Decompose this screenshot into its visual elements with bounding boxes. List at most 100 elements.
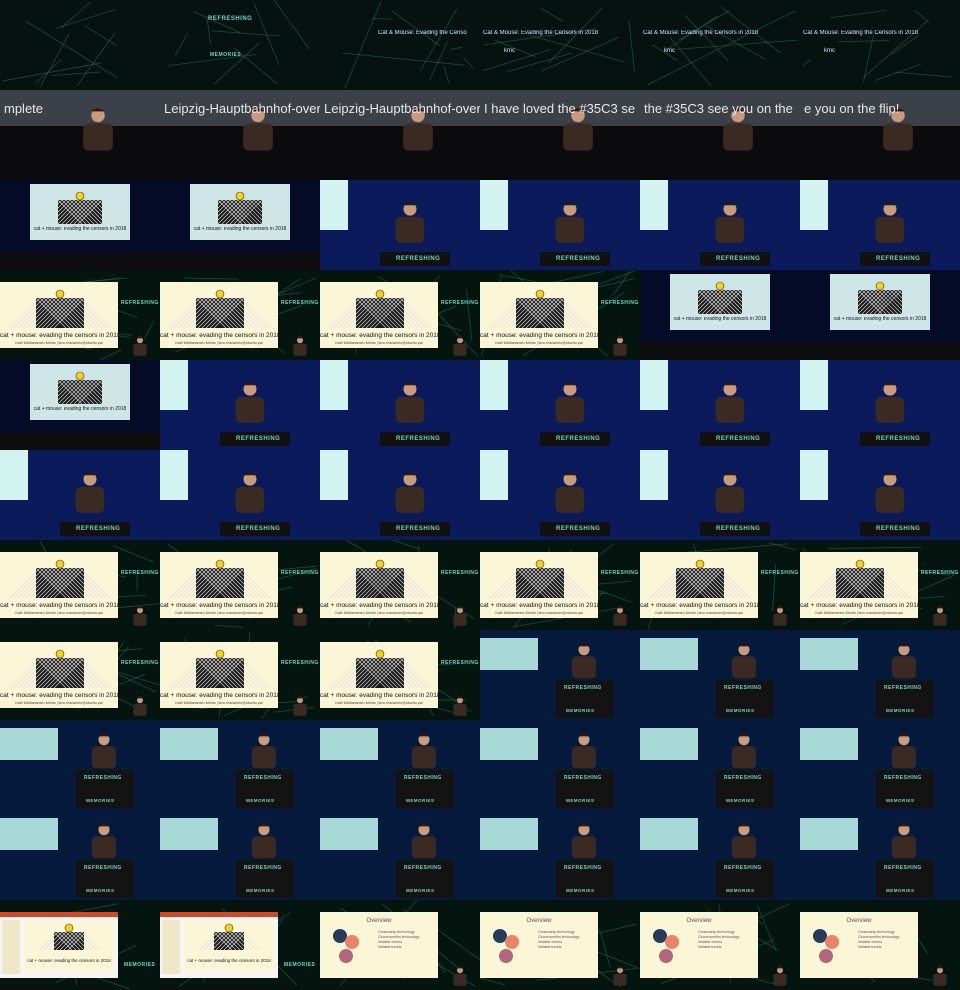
video-frame-thumbnail[interactable]: REFRESHING MEMORIES Leipzig-Hauptbahnhof-o… <box>160 0 320 180</box>
video-frame-thumbnail[interactable]: cat + mouse: evading the censors in 2018… <box>480 540 640 630</box>
video-frame-thumbnail[interactable]: cat + mouse: evading the censors in 2018 <box>800 270 960 360</box>
video-frame-thumbnail[interactable]: REFRESHING <box>640 180 800 270</box>
video-frame-thumbnail[interactable]: Cat & Mouse: Evading the Censors in 2018… <box>640 0 800 180</box>
pip-logo: REFRESHING <box>281 300 319 306</box>
frame-artwork <box>320 810 480 900</box>
podium-label: REFRESHING <box>716 256 761 262</box>
video-frame-thumbnail[interactable]: REFRESHING MEMORIES <box>160 720 320 810</box>
podium-label: REFRESHING <box>556 436 601 442</box>
video-frame-thumbnail[interactable]: REFRESHING MEMORIES <box>800 630 960 720</box>
video-frame-thumbnail[interactable]: cat + mouse: evading the censors in 2018 <box>160 180 320 270</box>
side-screen <box>320 450 348 500</box>
video-frame-thumbnail[interactable]: REFRESHING <box>480 450 640 540</box>
video-frame-thumbnail[interactable]: cat + mouse: evading the censors in 2018… <box>0 540 160 630</box>
video-frame-thumbnail[interactable]: cat + mouse: evading the censors in 2018… <box>160 270 320 360</box>
slide-title: cat + mouse: evading the censors in 2018 <box>187 958 271 963</box>
video-frame-thumbnail[interactable]: REFRESHING <box>320 360 480 450</box>
smiley-icon <box>875 281 885 291</box>
video-frame-thumbnail[interactable]: REFRESHING MEMORIES <box>640 810 800 900</box>
video-frame-thumbnail[interactable]: REFRESHING <box>800 180 960 270</box>
slide-title: cat + mouse: evading the censors in 2018 <box>33 226 127 232</box>
video-frame-thumbnail[interactable]: Overview Censorship technology Circumventi… <box>640 900 800 990</box>
podium-refreshing: REFRESHING <box>724 865 762 871</box>
video-frame-thumbnail[interactable]: mplete <box>0 0 160 180</box>
video-frame-thumbnail[interactable]: cat + mouse: evading the censors in 2018… <box>160 900 320 990</box>
video-frame-thumbnail[interactable]: REFRESHING MEMORIES <box>0 810 160 900</box>
side-screen <box>160 360 188 410</box>
video-frame-thumbnail[interactable]: cat + mouse: evading the censors in 2018… <box>160 630 320 720</box>
video-frame-thumbnail[interactable]: REFRESHING <box>480 180 640 270</box>
marquee-text: I have loved the #35C3 se <box>484 101 636 116</box>
smiley-icon <box>375 559 385 569</box>
frame-artwork <box>800 0 960 180</box>
video-frame-thumbnail[interactable]: cat + mouse: evading the censors in 2018 <box>640 270 800 360</box>
pip-logo: REFRESHING <box>601 300 639 306</box>
video-frame-thumbnail[interactable]: Cat & Mouse: Evading the Censors in 2018… <box>800 0 960 180</box>
video-frame-thumbnail[interactable]: Overview Censorship technology Circumventi… <box>800 900 960 990</box>
video-frame-thumbnail[interactable]: REFRESHING <box>480 360 640 450</box>
video-frame-thumbnail[interactable]: cat + mouse: evading the censors in 2018 <box>0 360 160 450</box>
video-frame-thumbnail[interactable]: cat + mouse: evading the censors in 2018… <box>320 270 480 360</box>
video-frame-thumbnail[interactable]: REFRESHING <box>320 180 480 270</box>
pip-memories: MEMORIES <box>284 962 316 968</box>
video-frame-thumbnail[interactable]: REFRESHING MEMORIES <box>640 630 800 720</box>
video-frame-thumbnail[interactable]: Cat & Mouse: Evading the Censors in 2018… <box>480 0 640 180</box>
video-frame-thumbnail[interactable]: cat + mouse: evading the censors in 2018… <box>480 270 640 360</box>
video-frame-thumbnail[interactable]: REFRESHING MEMORIES <box>320 720 480 810</box>
video-frame-thumbnail[interactable]: cat + mouse: evading the censors in 2018… <box>320 630 480 720</box>
video-frame-thumbnail[interactable]: cat + mouse: evading the censors in 2018… <box>0 270 160 360</box>
frame-artwork <box>800 270 960 360</box>
video-frame-thumbnail[interactable]: Cat & Mouse: Evading the Censo Leipzig-Ha… <box>320 0 480 180</box>
video-frame-thumbnail[interactable]: cat + mouse: evading the censors in 2018… <box>160 540 320 630</box>
video-frame-thumbnail[interactable]: REFRESHING <box>800 360 960 450</box>
video-frame-thumbnail[interactable]: REFRESHING <box>160 360 320 450</box>
slide-title: cat + mouse: evading the censors in 2018 <box>193 226 287 232</box>
overview-item: Notable events <box>858 940 882 944</box>
side-screen <box>320 728 378 760</box>
video-frame-thumbnail[interactable]: REFRESHING MEMORIES <box>800 720 960 810</box>
overview-slide: Overview Censorship technology Circumventi… <box>320 912 438 978</box>
frame-artwork <box>320 0 480 180</box>
video-frame-thumbnail[interactable]: REFRESHING <box>320 450 480 540</box>
video-frame-thumbnail[interactable]: cat + mouse: evading the censors in 2018… <box>320 540 480 630</box>
video-frame-thumbnail[interactable]: REFRESHING MEMORIES <box>640 720 800 810</box>
video-frame-thumbnail[interactable]: REFRESHING MEMORIES <box>480 630 640 720</box>
overview-slide: Overview Censorship technology Circumventi… <box>800 912 918 978</box>
video-frame-thumbnail[interactable]: cat + mouse: evading the censors in 2018 <box>0 180 160 270</box>
overview-item: Notable events <box>698 940 722 944</box>
video-frame-thumbnail[interactable]: REFRESHING <box>160 450 320 540</box>
frame-artwork <box>0 270 160 360</box>
video-frame-thumbnail[interactable]: REFRESHING <box>800 450 960 540</box>
lower-third-code: kmc <box>824 48 835 54</box>
video-frame-thumbnail[interactable]: REFRESHING MEMORIES <box>320 810 480 900</box>
pip-logo: REFRESHING <box>441 660 479 666</box>
podium-memories: MEMORIES <box>406 888 435 893</box>
video-frame-thumbnail[interactable]: Overview Censorship technology Circumventi… <box>320 900 480 990</box>
side-screen <box>800 818 858 850</box>
pip-memories: MEMORIES <box>124 962 156 968</box>
video-frame-thumbnail[interactable]: REFRESHING MEMORIES <box>800 810 960 900</box>
overview-title: Overview <box>526 918 552 924</box>
video-frame-thumbnail[interactable]: REFRESHING <box>640 360 800 450</box>
video-frame-thumbnail[interactable]: REFRESHING <box>0 450 160 540</box>
podium-memories: MEMORIES <box>86 798 115 803</box>
marquee-text: mplete <box>4 101 44 116</box>
video-frame-thumbnail[interactable]: REFRESHING MEMORIES <box>160 810 320 900</box>
video-frame-thumbnail[interactable]: REFRESHING MEMORIES <box>480 720 640 810</box>
video-frame-thumbnail[interactable]: cat + mouse: evading the censors in 2018… <box>800 540 960 630</box>
slide-title: cat + mouse: evading the censors in 2018 <box>160 692 281 699</box>
slide-author: Kath McManamen-Morris | kmc.manamen@ubun… <box>335 701 423 705</box>
video-frame-thumbnail[interactable]: cat + mouse: evading the censors in 2018… <box>0 900 160 990</box>
video-frame-thumbnail[interactable]: REFRESHING <box>640 450 800 540</box>
overview-item: Censorship technology <box>858 930 895 934</box>
video-frame-thumbnail[interactable]: REFRESHING MEMORIES <box>480 810 640 900</box>
video-frame-thumbnail[interactable]: cat + mouse: evading the censors in 2018… <box>640 540 800 630</box>
side-screen <box>0 450 28 500</box>
slide-title: cat + mouse: evading the censors in 2018 <box>833 316 927 322</box>
slide-title: cat + mouse: evading the censors in 2018 <box>480 602 601 609</box>
video-frame-thumbnail[interactable]: Overview Censorship technology Circumventi… <box>480 900 640 990</box>
video-frame-thumbnail[interactable]: cat + mouse: evading the censors in 2018… <box>0 630 160 720</box>
overview-item: Notable events <box>538 940 562 944</box>
video-frame-thumbnail[interactable]: REFRESHING MEMORIES <box>0 720 160 810</box>
lower-third-title: Cat & Mouse: Evading the Censors in 2018 <box>483 30 599 36</box>
